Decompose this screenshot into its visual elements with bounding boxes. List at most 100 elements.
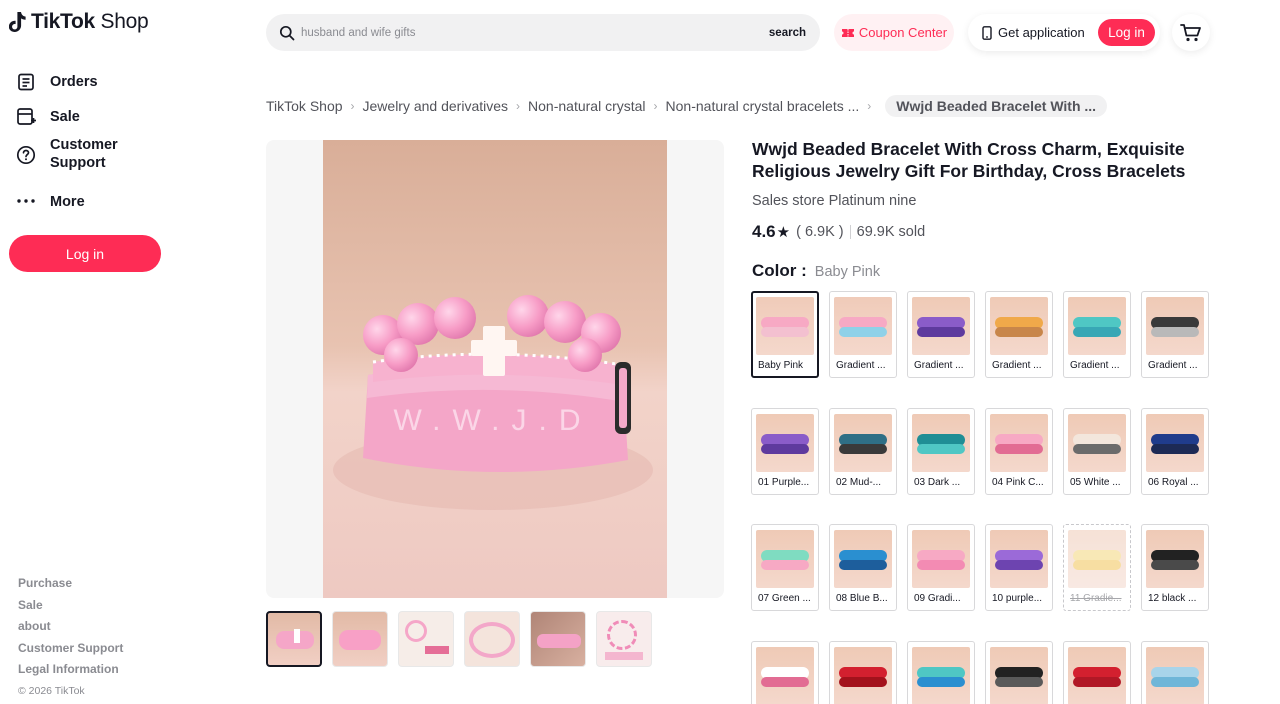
swatch-image [990,646,1048,704]
thumbnail[interactable] [464,611,520,667]
breadcrumb-item[interactable]: Non-natural crystal bracelets ... [666,98,860,114]
breadcrumb: TikTok Shop › Jewelry and derivatives › … [266,94,1108,117]
search-icon [279,25,295,40]
tiktok-logo-icon [9,12,26,32]
chevron-right-icon: › [653,98,658,113]
color-swatch-grid: Baby Pink Gradient ... Gradient ... Gradien… [751,291,1211,704]
sidebar-item-customer-support[interactable]: Customer Support [16,134,166,184]
color-swatch[interactable]: Gradient ... [1063,291,1131,378]
swatch-image [834,646,892,704]
coupon-label: Coupon Center [858,25,948,40]
color-swatch[interactable]: 16 Black ... [985,640,1053,704]
swatch-image [1146,297,1204,355]
breadcrumb-current: Wwjd Beaded Bracelet With ... [885,94,1108,117]
footer-link-sale[interactable]: Sale [18,595,123,617]
sidebar-item-more[interactable]: More [16,184,166,219]
swatch-image [1146,413,1204,472]
breadcrumb-item[interactable]: Jewelry and derivatives [363,98,509,114]
swatch-label: Gradient ... [1070,360,1120,371]
sidebar-item-orders[interactable]: Orders [16,64,166,99]
rating-row: 4.6 ★ ( 6.9K ) 69.9K sold [752,222,925,242]
thumbnail[interactable] [530,611,586,667]
swatch-label: Gradient ... [1148,360,1198,371]
swatch-image [990,530,1048,588]
color-swatch[interactable]: 08 Blue B... [829,524,897,611]
color-swatch[interactable]: Gradient ... [1141,291,1209,378]
get-application-label: Get application [998,25,1085,40]
color-swatch[interactable]: 18 Light ... [1141,640,1209,704]
swatch-label: 10 purple... [992,593,1043,604]
breadcrumb-item[interactable]: Non-natural crystal [528,98,646,114]
chevron-right-icon: › [516,98,521,113]
color-swatch[interactable]: 04 Pink C... [985,407,1053,495]
swatch-image [834,530,892,588]
search-input[interactable] [301,26,769,39]
sale-icon [16,107,36,127]
footer-link-legal[interactable]: Legal Information [18,659,123,681]
color-swatch[interactable]: 17 red tur... [1063,640,1131,704]
copyright: © 2026 TikTok [18,685,85,697]
search-button[interactable]: search [769,27,806,39]
breadcrumb-item[interactable]: TikTok Shop [266,98,343,114]
swatch-image [1068,530,1126,588]
bracelet-illustration: W.W.J.D [323,140,667,598]
search-bar: search [266,14,820,51]
color-swatch[interactable]: 15 Blue T... [907,640,975,704]
color-swatch[interactable]: 03 Dark ... [907,407,975,495]
thumbnail[interactable] [398,611,454,667]
review-count[interactable]: ( 6.9K ) [796,224,844,240]
sidebar-nav: Orders Sale Customer Support More [16,64,166,219]
color-swatch[interactable]: 14 red be... [829,640,897,704]
swatch-image [756,297,814,355]
swatch-image [912,413,970,472]
sidebar-login-button[interactable]: Log in [9,235,161,272]
rating-score: 4.6 [752,222,776,241]
bracelet-text: W.W.J.D [394,404,593,437]
color-swatch[interactable]: 12 black ... [1141,524,1209,611]
footer-link-customer-support[interactable]: Customer Support [18,638,123,660]
swatch-label: 01 Purple... [758,476,810,488]
swatch-image [1068,297,1126,355]
swatch-label: 12 black ... [1148,593,1197,604]
color-swatch[interactable]: Baby Pink [751,291,819,378]
sidebar-item-sale[interactable]: Sale [16,99,166,134]
cart-button[interactable] [1172,14,1210,51]
header-login-button[interactable]: Log in [1098,19,1155,46]
color-swatch[interactable]: Gradient ... [907,291,975,378]
color-swatch[interactable]: Gradient ... [829,291,897,378]
color-swatch[interactable]: 11 Gradie... [1063,524,1131,611]
sidebar-item-label: More [50,194,85,210]
thumbnail[interactable] [596,611,652,667]
thumbnail[interactable] [332,611,388,667]
color-selector-header: Color : Baby Pink [752,261,880,281]
swatch-image [1146,530,1204,588]
color-swatch[interactable]: 05 White ... [1063,407,1131,495]
color-swatch[interactable]: 06 Royal ... [1141,407,1209,495]
swatch-label: 06 Royal ... [1148,476,1199,488]
color-swatch[interactable]: Gradient ... [985,291,1053,378]
swatch-label: 08 Blue B... [836,593,888,604]
color-swatch[interactable]: 13 transp... [751,640,819,704]
store-name[interactable]: Sales store Platinum nine [752,193,916,209]
color-label: Color : [752,261,807,280]
swatch-label: Gradient ... [992,360,1042,371]
selected-color: Baby Pink [814,264,881,280]
footer-links: Purchase Sale about Customer Support Leg… [18,573,123,681]
color-swatch[interactable]: 07 Green ... [751,524,819,611]
sold-count: 69.9K sold [856,224,926,240]
tiktok-shop-logo[interactable]: TikTok Shop [9,10,149,34]
swatch-label: 11 Gradie... [1070,593,1122,604]
footer-link-about[interactable]: about [18,616,123,638]
swatch-image [990,297,1048,355]
coupon-center-button[interactable]: Coupon Center [834,14,954,51]
swatch-label: 03 Dark ... [914,476,961,488]
color-swatch[interactable]: 10 purple... [985,524,1053,611]
help-icon [16,145,36,165]
color-swatch[interactable]: 09 Gradi... [907,524,975,611]
footer-link-purchase[interactable]: Purchase [18,573,123,595]
thumbnail[interactable] [266,611,322,667]
product-main-image[interactable]: W.W.J.D [266,140,724,598]
color-swatch[interactable]: 02 Mud-... [829,407,897,495]
swatch-label: Gradient ... [914,360,964,371]
color-swatch[interactable]: 01 Purple... [751,407,819,495]
